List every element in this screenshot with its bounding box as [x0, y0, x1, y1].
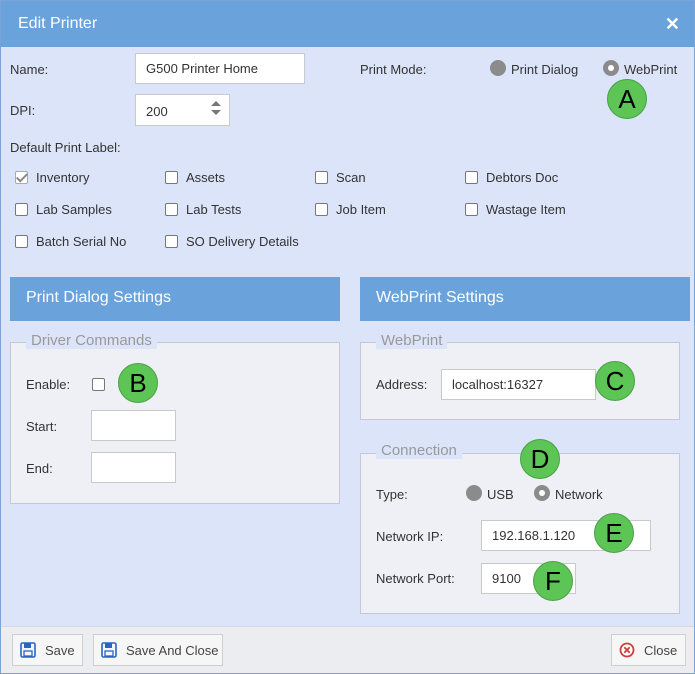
usb-radio-label: USB: [487, 487, 514, 502]
close-icon[interactable]: ✕: [665, 14, 680, 35]
checkbox-job-item[interactable]: [315, 203, 328, 216]
checkbox-label: Assets: [186, 170, 226, 185]
start-input[interactable]: [91, 410, 176, 441]
checkbox-batch-serial-no[interactable]: [15, 235, 28, 248]
save-button[interactable]: Save: [12, 634, 83, 666]
checkbox-lab-tests[interactable]: [165, 203, 178, 216]
annotation-badge-f: F: [533, 561, 573, 601]
network-port-label: Network Port:: [376, 571, 455, 586]
network-radio[interactable]: [534, 485, 550, 501]
stepper-arrows-icon[interactable]: [211, 101, 221, 119]
default-print-label-heading: Default Print Label:: [10, 140, 121, 155]
checkbox-label: Debtors Doc: [486, 170, 559, 185]
print-dialog-radio-label: Print Dialog: [511, 62, 579, 77]
dialog-footer: Save Save And Close Close: [1, 626, 694, 673]
annotation-badge-a: A: [607, 79, 647, 119]
address-input[interactable]: [441, 369, 596, 400]
save-and-close-button[interactable]: Save And Close: [93, 634, 223, 666]
address-label: Address:: [376, 377, 428, 392]
checkbox-debtors-doc[interactable]: [465, 171, 478, 184]
checkbox-scan[interactable]: [315, 171, 328, 184]
checkbox-wastage-item[interactable]: [465, 203, 478, 216]
annotation-badge-c: C: [595, 361, 635, 401]
annotation-badge-d: D: [520, 439, 560, 479]
type-label: Type:: [376, 487, 408, 502]
floppy-disk-icon: [20, 642, 36, 658]
floppy-disk-icon: [101, 642, 117, 658]
edit-printer-dialog: Edit Printer ✕ Name: Print Mode: Print D…: [0, 0, 695, 674]
close-button-label: Close: [644, 643, 678, 658]
checkbox-label: Inventory: [36, 170, 90, 185]
dpi-value: 200: [146, 104, 168, 119]
network-ip-label: Network IP:: [376, 529, 444, 544]
checkbox-label: Wastage Item: [486, 202, 566, 217]
webprint-settings-header: WebPrint Settings: [360, 277, 690, 321]
dpi-stepper[interactable]: 200: [135, 94, 230, 126]
name-label: Name:: [10, 62, 49, 77]
checkbox-label: Job Item: [336, 202, 386, 217]
checkbox-so-delivery-details[interactable]: [165, 235, 178, 248]
start-label: Start:: [26, 419, 58, 434]
checkbox-assets[interactable]: [165, 171, 178, 184]
webprint-legend: WebPrint: [376, 332, 448, 349]
name-input[interactable]: [135, 53, 305, 84]
checkbox-label: Scan: [336, 170, 366, 185]
annotation-badge-b: B: [118, 363, 158, 403]
end-input[interactable]: [91, 452, 176, 483]
checkbox-label: SO Delivery Details: [186, 234, 299, 249]
dialog-title: Edit Printer: [18, 15, 98, 32]
checkbox-label: Batch Serial No: [36, 234, 127, 249]
webprint-radio-label: WebPrint: [624, 62, 678, 77]
print-dialog-settings-header: Print Dialog Settings: [10, 277, 340, 321]
checkbox-lab-samples[interactable]: [15, 203, 28, 216]
print-dialog-radio[interactable]: [490, 60, 506, 76]
driver-commands-legend: Driver Commands: [26, 332, 157, 349]
close-button[interactable]: Close: [611, 634, 686, 666]
connection-legend: Connection: [376, 442, 462, 459]
print-mode-label: Print Mode:: [360, 62, 427, 77]
dpi-label: DPI:: [10, 103, 36, 118]
end-label: End:: [26, 461, 53, 476]
checkbox-label: Lab Tests: [186, 202, 242, 217]
usb-radio[interactable]: [466, 485, 482, 501]
enable-checkbox[interactable]: [92, 378, 105, 391]
save-button-label: Save: [45, 643, 75, 658]
checkbox-inventory[interactable]: [15, 171, 28, 184]
save-and-close-button-label: Save And Close: [126, 643, 219, 658]
circle-x-icon: [619, 642, 635, 658]
webprint-radio[interactable]: [603, 60, 619, 76]
annotation-badge-e: E: [594, 513, 634, 553]
checkbox-label: Lab Samples: [36, 202, 112, 217]
titlebar: Edit Printer ✕: [1, 1, 694, 47]
network-radio-label: Network: [555, 487, 603, 502]
enable-label: Enable:: [26, 377, 71, 392]
